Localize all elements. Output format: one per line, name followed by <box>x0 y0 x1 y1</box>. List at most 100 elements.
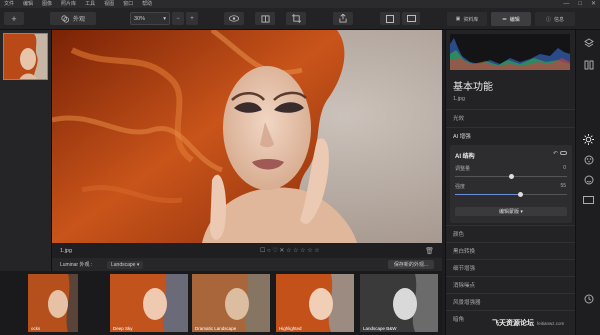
menu-view[interactable]: 视图 <box>104 0 114 8</box>
histogram <box>450 34 570 70</box>
look-preview-image <box>192 274 270 332</box>
portrait-photo <box>52 30 442 243</box>
share-icon <box>339 14 347 23</box>
look-name: Deep Sky <box>113 326 133 331</box>
section-landscape-enhancer[interactable]: 风景增强器 <box>446 293 576 310</box>
compare-icon <box>261 14 269 23</box>
slider-strength-handle[interactable] <box>518 192 523 197</box>
image-info-bar: 1.jpg ☐ ○ ♡ ✕ ☆ ☆ ☆ ☆ ☆ 🗑 <box>52 243 442 258</box>
tab-info-label: 信息 <box>554 16 565 23</box>
photo-thumbnail[interactable] <box>3 33 48 80</box>
menu-help[interactable]: 帮助 <box>142 0 152 8</box>
maximize-button[interactable]: □ <box>578 0 582 8</box>
tab-info[interactable]: ⓘ 信息 <box>535 12 575 26</box>
look-thumbnail[interactable]: ocks <box>28 274 78 332</box>
grid-view-icon <box>406 15 416 22</box>
look-preview-image <box>110 274 188 332</box>
eye-icon <box>229 15 239 22</box>
preview-button[interactable] <box>224 12 244 25</box>
look-name: ocks <box>31 326 41 331</box>
pro-icon[interactable] <box>582 193 595 206</box>
looks-category-select[interactable]: Landscape ▾ <box>107 260 144 269</box>
look-preview-image <box>276 274 354 332</box>
looks-button[interactable]: 外观 <box>50 12 96 25</box>
look-thumbnail[interactable]: Deep Sky <box>110 274 188 332</box>
looks-label: Luminar 外观 : <box>60 262 93 268</box>
looks-strip: ocks Deep Sky Dramatic Landscape Highlig… <box>0 271 442 335</box>
close-button[interactable]: ✕ <box>591 0 596 8</box>
sun-icon[interactable] <box>582 133 595 146</box>
menu-image[interactable]: 图像 <box>42 0 52 8</box>
toolbar: + 外观 30% ▾ − + ▣ 资料库 ⚌ 编辑 ⓘ 信息 <box>0 8 600 30</box>
adjustments-panel: 基本功能 1.jpg 光效 AI 增强 AI 结构 ↶ 调整量 0 强度 55 … <box>445 30 576 335</box>
slider-amount-track[interactable] <box>455 174 567 179</box>
section-bw-conversion[interactable]: 黑白转换 <box>446 242 576 259</box>
watermark-sub: feitianwz.com <box>537 321 565 326</box>
look-name: Dramatic Landscape <box>195 326 237 331</box>
menu-library[interactable]: 照片库 <box>61 0 76 8</box>
canvas-icon[interactable] <box>582 58 595 71</box>
zoom-value: 30% <box>134 15 146 22</box>
zoom-in-button[interactable]: + <box>186 12 198 25</box>
smile-icon[interactable] <box>582 173 595 186</box>
slider-strength-label: 强度 <box>455 184 466 190</box>
ai-structure-title: AI 结构 <box>455 154 475 160</box>
portrait-thumbnail-image <box>4 34 47 79</box>
looks-label: 外观 <box>72 17 85 23</box>
menu-window[interactable]: 窗口 <box>123 0 133 8</box>
look-thumbnail[interactable]: Landscape B&W <box>360 274 438 332</box>
menu-tools[interactable]: 工具 <box>85 0 95 8</box>
look-preview-image <box>28 274 78 332</box>
looks-bar: Luminar 外观 : Landscape ▾ 保存新的外观... <box>52 258 442 271</box>
single-view-icon <box>386 14 394 23</box>
zoom-select[interactable]: 30% ▾ <box>130 12 170 25</box>
panel-title: 基本功能 <box>453 82 493 93</box>
history-icon[interactable] <box>582 292 595 305</box>
image-filename: 1.jpg <box>60 247 72 254</box>
tab-edit-label: 编辑 <box>509 16 520 23</box>
undo-icon[interactable]: ↶ <box>553 150 558 157</box>
look-name: Landscape B&W <box>363 326 397 331</box>
menu-edit[interactable]: 编辑 <box>23 0 33 8</box>
compare-button[interactable] <box>255 12 275 25</box>
chevron-down-icon: ▾ <box>163 15 166 22</box>
menu-file[interactable]: 文件 <box>4 0 14 8</box>
histogram-graph <box>450 38 570 70</box>
single-view-button[interactable] <box>380 12 400 25</box>
add-button[interactable]: + <box>4 12 24 25</box>
look-thumbnail[interactable]: Dramatic Landscape <box>192 274 270 332</box>
tab-library-label: 资料库 <box>463 16 479 23</box>
look-name: Highlighted <box>279 326 302 331</box>
save-look-button[interactable]: 保存新的外观... <box>387 260 434 269</box>
grid-view-button[interactable] <box>402 12 420 25</box>
edit-mask-button[interactable]: 编辑蒙版 ▾ <box>455 207 567 216</box>
panel-filename: 1.jpg <box>453 96 465 102</box>
watermark: 飞天资源论坛 feitianwz.com <box>492 318 564 328</box>
toggle-icon[interactable] <box>560 151 567 155</box>
minimize-button[interactable]: — <box>563 0 569 8</box>
zoom-out-button[interactable]: − <box>172 12 184 25</box>
crop-icon <box>291 14 301 23</box>
look-thumbnail[interactable]: Highlighted <box>276 274 354 332</box>
section-denoise[interactable]: 消除噪点 <box>446 276 576 293</box>
menu-bar: 文件 编辑 图像 照片库 工具 视图 窗口 帮助 — □ ✕ <box>0 0 600 8</box>
slider-amount-handle[interactable] <box>509 174 514 179</box>
rating-controls[interactable]: ☐ ○ ♡ ✕ ☆ ☆ ☆ ☆ ☆ <box>260 247 320 254</box>
tab-library[interactable]: ▣ 资料库 <box>447 12 487 26</box>
section-ai-enhance[interactable]: AI 增强 <box>446 127 576 144</box>
main-photo-canvas[interactable] <box>52 30 442 243</box>
looks-icon <box>61 14 69 23</box>
ai-structure-box: AI 结构 ↶ 调整量 0 强度 55 编辑蒙版 ▾ <box>450 145 572 223</box>
tab-edit[interactable]: ⚌ 编辑 <box>491 12 531 26</box>
slider-amount-value: 0 <box>563 165 566 171</box>
share-button[interactable] <box>333 12 353 25</box>
look-preview-image <box>360 274 438 332</box>
trash-icon[interactable]: 🗑 <box>425 247 434 255</box>
slider-strength-track[interactable] <box>455 192 567 197</box>
section-detail-enhance[interactable]: 细节增强 <box>446 259 576 276</box>
section-light[interactable]: 光效 <box>446 109 576 126</box>
section-color[interactable]: 颜色 <box>446 225 576 242</box>
layers-icon[interactable] <box>582 36 595 49</box>
crop-button[interactable] <box>286 12 306 25</box>
palette-icon[interactable] <box>582 153 595 166</box>
